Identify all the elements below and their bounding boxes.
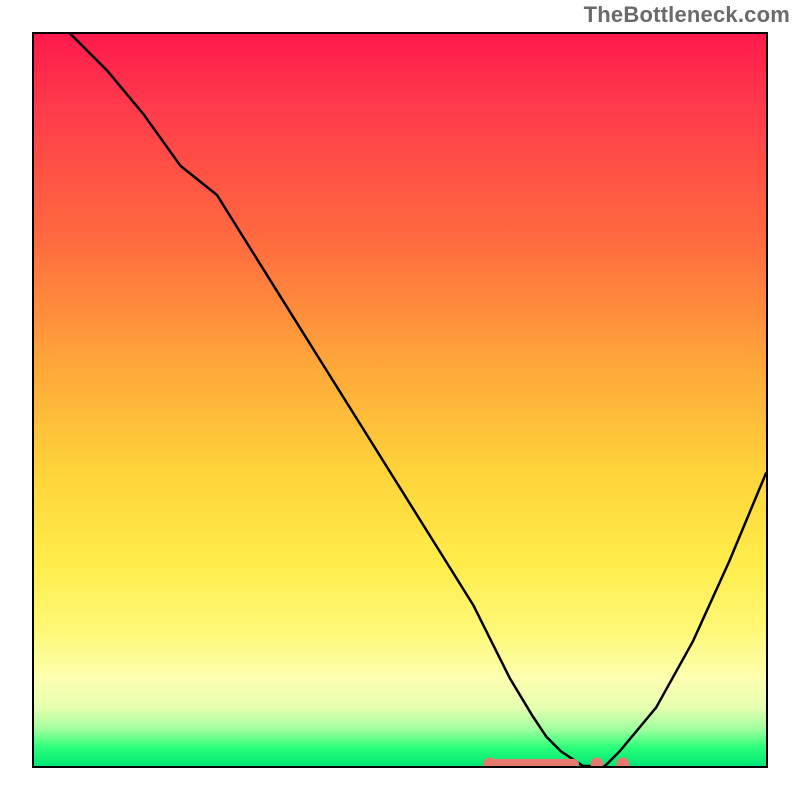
plot-area xyxy=(32,32,768,768)
optimal-range-dot xyxy=(616,758,629,769)
watermark-text: TheBottleneck.com xyxy=(584,2,790,28)
optimal-range-bar xyxy=(490,759,578,768)
chart-frame: TheBottleneck.com xyxy=(0,0,800,800)
optimal-range-dot xyxy=(591,758,604,769)
bottleneck-curve xyxy=(34,34,766,766)
optimal-range-dot xyxy=(484,758,497,769)
